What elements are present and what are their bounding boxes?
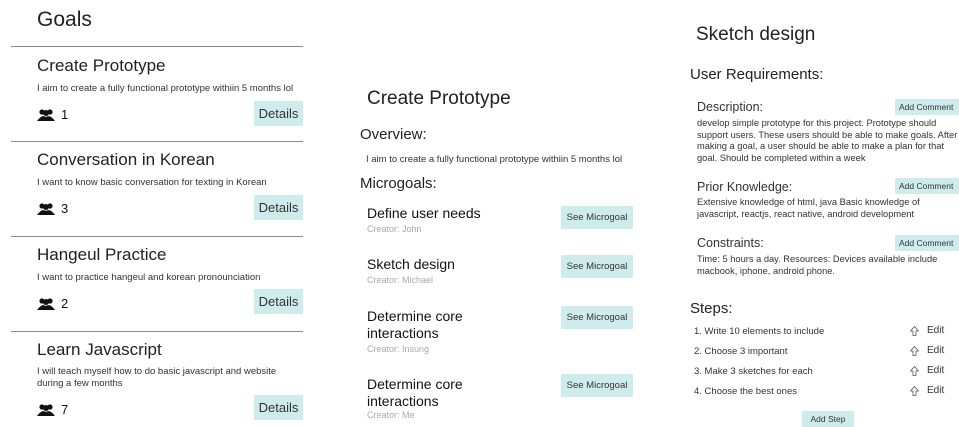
divider — [11, 236, 303, 237]
edit-label: Edit — [927, 385, 945, 396]
microgoal-detail-title: Sketch design — [696, 24, 816, 45]
edit-label: Edit — [927, 325, 945, 336]
goal-title[interactable]: Learn Javascript — [37, 340, 162, 360]
group-icon — [37, 202, 55, 215]
see-microgoal-button[interactable]: See Microgoal — [561, 374, 633, 397]
goal-members: 3 — [37, 201, 68, 216]
member-count: 7 — [61, 402, 69, 417]
goal-members: 1 — [37, 107, 68, 122]
requirements-heading: User Requirements: — [690, 66, 824, 83]
group-icon — [37, 297, 55, 310]
microgoal-creator: Creator: Me — [367, 410, 415, 420]
goal-members: 2 — [37, 296, 68, 311]
microgoal-creator: Creator: John — [367, 224, 422, 234]
microgoal-title: Sketch design — [367, 256, 455, 272]
edit-step-button[interactable]: Edit — [910, 365, 944, 376]
step-item: 3. Make 3 sketches for each — [694, 366, 813, 377]
overview-heading: Overview: — [360, 126, 427, 143]
divider — [11, 141, 303, 142]
goal-detail-title: Create Prototype — [367, 88, 511, 109]
goal-title[interactable]: Create Prototype — [37, 56, 166, 76]
details-button[interactable]: Details — [254, 395, 303, 420]
goal-description: I will teach myself how to do basic java… — [37, 366, 277, 389]
edit-step-button[interactable]: Edit — [910, 345, 944, 356]
description-text: develop simple prototype for this projec… — [697, 118, 958, 163]
edit-label: Edit — [927, 365, 945, 376]
divider — [11, 331, 303, 332]
edit-label: Edit — [927, 345, 945, 356]
goal-title[interactable]: Conversation in Korean — [37, 150, 215, 170]
arrow-up-icon — [910, 385, 919, 396]
divider — [11, 46, 303, 47]
step-item: 4. Choose the best ones — [694, 386, 797, 397]
add-comment-button[interactable]: Add Comment — [895, 178, 959, 194]
add-comment-button[interactable]: Add Comment — [895, 99, 959, 115]
see-microgoal-button[interactable]: See Microgoal — [561, 206, 633, 229]
description-heading: Description: — [697, 100, 763, 114]
add-comment-button[interactable]: Add Comment — [895, 235, 959, 251]
group-icon — [37, 108, 55, 121]
member-count: 2 — [61, 296, 69, 311]
microgoals-heading: Microgoals: — [360, 175, 437, 192]
details-button[interactable]: Details — [254, 289, 303, 314]
goal-description: I want to know basic conversation for te… — [37, 177, 267, 188]
microgoal-creator: Creator: Insung — [367, 344, 430, 354]
details-button[interactable]: Details — [254, 101, 303, 126]
edit-step-button[interactable]: Edit — [910, 325, 944, 336]
group-icon — [37, 403, 55, 416]
microgoal-title: Determine core interactions — [367, 308, 463, 341]
details-button[interactable]: Details — [254, 195, 303, 220]
step-item: 2. Choose 3 important — [694, 346, 788, 357]
goal-description: I want to practice hangeul and korean pr… — [37, 272, 261, 283]
see-microgoal-button[interactable]: See Microgoal — [561, 255, 633, 278]
arrow-up-icon — [910, 365, 919, 376]
member-count: 3 — [61, 201, 69, 216]
see-microgoal-button[interactable]: See Microgoal — [561, 306, 633, 329]
goal-title[interactable]: Hangeul Practice — [37, 245, 166, 265]
prior-knowledge-heading: Prior Knowledge: — [697, 180, 793, 194]
arrow-up-icon — [910, 345, 919, 356]
overview-text: I aim to create a fully functional proto… — [366, 154, 623, 165]
microgoal-title: Determine core interactions — [367, 376, 463, 409]
prior-knowledge-text: Extensive knowledge of html, java Basic … — [697, 197, 920, 219]
goals-title: Goals — [37, 8, 92, 31]
goal-description: I aim to create a fully functional proto… — [37, 83, 294, 94]
microgoal-title: Define user needs — [367, 205, 481, 221]
add-step-button[interactable]: Add Step — [802, 411, 854, 427]
member-count: 1 — [61, 107, 69, 122]
goal-members: 7 — [37, 402, 68, 417]
constraints-heading: Constraints: — [697, 236, 764, 250]
step-item: 1. Write 10 elements to include — [694, 326, 825, 337]
constraints-text: Time: 5 hours a day. Resources: Devices … — [697, 254, 938, 276]
microgoal-creator: Creator: Michael — [367, 275, 434, 285]
edit-step-button[interactable]: Edit — [910, 385, 944, 396]
arrow-up-icon — [910, 325, 919, 336]
steps-heading: Steps: — [690, 300, 733, 317]
